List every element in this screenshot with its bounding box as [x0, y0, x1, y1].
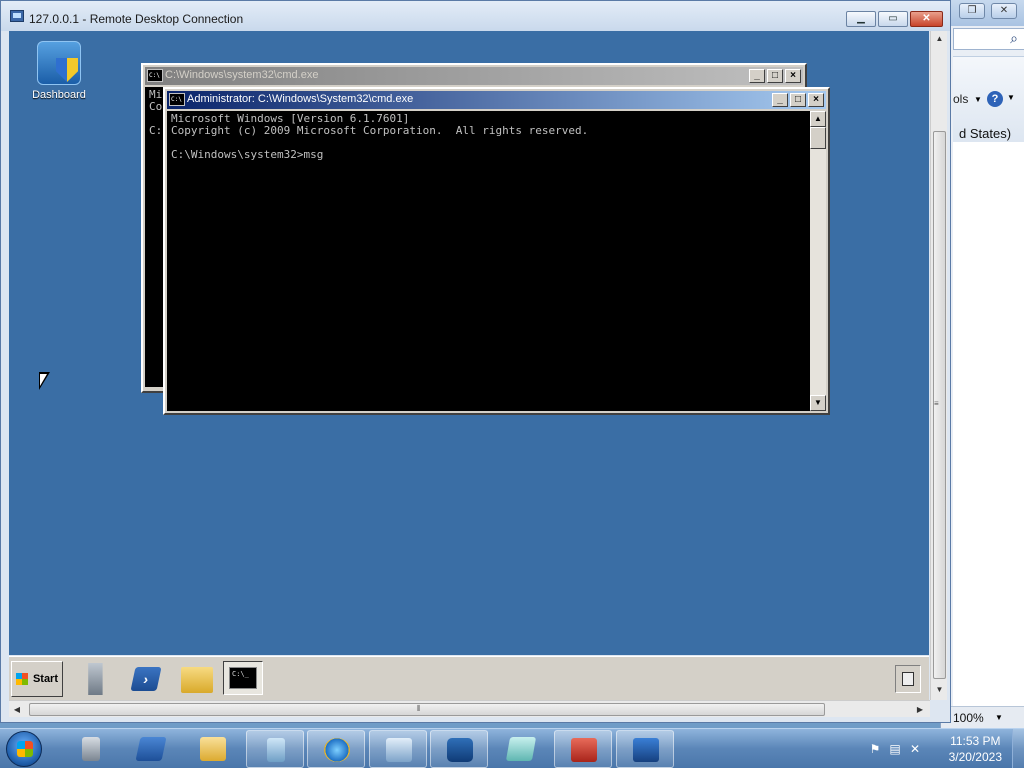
internet-explorer-icon	[324, 738, 350, 762]
chevron-down-icon: ▼	[974, 95, 982, 104]
cmd-icon: C:\	[147, 69, 163, 82]
notepad-icon	[505, 737, 537, 761]
taskbar-control-panel[interactable]	[369, 730, 427, 768]
taskbar-powershell[interactable]	[122, 730, 180, 768]
windows-logo-icon	[17, 741, 33, 757]
cmd-back-titlebar[interactable]: C:\ C:\Windows\system32\cmd.exe _ □ ×	[145, 67, 803, 85]
taskbar-network[interactable]	[430, 730, 488, 768]
shield-icon	[56, 58, 78, 82]
remote-taskbar-cmd-button[interactable]: C:\_	[223, 661, 263, 695]
remote-desktop-window: 127.0.0.1 - Remote Desktop Connection ▁ …	[0, 0, 951, 723]
cmd-console-output[interactable]: Microsoft Windows [Version 6.1.7601] Cop…	[167, 111, 810, 411]
clock[interactable]: 11:53 PM 3/20/2023	[949, 733, 1002, 765]
cmd-front-minimize-button[interactable]: _	[772, 93, 788, 107]
grip-icon: ≡	[934, 399, 939, 408]
scroll-down-icon[interactable]: ▼	[810, 395, 826, 411]
cmd-scroll-thumb[interactable]	[810, 127, 826, 149]
powershell-icon	[135, 737, 167, 761]
ie-close-button[interactable]: ✕	[991, 3, 1017, 19]
folder-icon[interactable]	[181, 667, 213, 693]
scroll-up-icon[interactable]: ▲	[931, 31, 948, 47]
network-icon	[447, 738, 473, 762]
dashboard-shortcut[interactable]: Dashboard	[21, 41, 97, 101]
network-icon[interactable]: ▤	[888, 742, 902, 756]
cmd-front-titlebar[interactable]: C:\ Administrator: C:\Windows\System32\c…	[167, 91, 826, 109]
show-desktop-button[interactable]	[1012, 729, 1024, 768]
cmd-front-maximize-button[interactable]: □	[790, 93, 806, 107]
rdc-maximize-button[interactable]: ▭	[878, 11, 908, 27]
remote-start-label: Start	[32, 673, 58, 685]
ie-status-bar: 100% ▼	[941, 706, 1024, 728]
taskbar-notepad[interactable]	[492, 730, 550, 768]
windows-logo-icon	[16, 673, 28, 685]
ie-restore-button[interactable]: ❐	[959, 3, 985, 19]
help-icon[interactable]: ?	[987, 91, 1003, 107]
control-panel-icon	[386, 738, 412, 762]
cmd-window-active[interactable]: C:\ Administrator: C:\Windows\System32\c…	[163, 87, 830, 415]
cmd-back-maximize-button[interactable]: □	[767, 69, 783, 83]
remote-taskbar: Start › C:\_	[9, 656, 929, 700]
dashboard-label: Dashboard	[32, 89, 86, 101]
grip-icon: ⦀	[417, 704, 421, 713]
ie-zoom-level[interactable]: 100%	[953, 711, 984, 725]
remote-desktop-area[interactable]: Dashboard C:\ C:\Windows\system32\cmd.ex…	[9, 31, 929, 655]
server-manager-icon	[82, 737, 100, 761]
server-manager-icon[interactable]	[88, 663, 103, 695]
taskbar-internet-explorer[interactable]	[307, 730, 365, 768]
remote-start-button[interactable]: Start	[11, 661, 63, 697]
ie-titlebar: ❐ ✕	[941, 0, 1024, 26]
cmd-vertical-scrollbar[interactable]: ▲ ▼	[810, 111, 826, 411]
rdc-minimize-button[interactable]: ▁	[846, 11, 876, 27]
rdc-horizontal-scrollbar[interactable]: ◀ ⦀ ▶	[9, 700, 930, 717]
start-orb-button[interactable]	[6, 731, 42, 767]
taskbar-toolbox[interactable]	[554, 730, 612, 768]
dashboard-icon	[37, 41, 81, 85]
local-taskbar: ⚑ ▤ ✕ 11:53 PM 3/20/2023	[0, 728, 1024, 768]
powershell-icon[interactable]: ›	[130, 667, 162, 691]
flag-icon[interactable]: ⚑	[868, 742, 882, 756]
cmd-back-close-button[interactable]: ×	[785, 69, 801, 83]
cmd-icon: C:\	[169, 93, 185, 106]
volume-muted-icon[interactable]: ✕	[908, 742, 922, 756]
cmd-back-title: C:\Windows\system32\cmd.exe	[165, 69, 319, 81]
scroll-up-icon[interactable]: ▲	[810, 111, 826, 127]
cmd-front-close-button[interactable]: ×	[808, 93, 824, 107]
remote-desktop-icon	[10, 10, 24, 22]
ie-content-area: d States)	[953, 126, 1024, 708]
rdc-horizontal-thumb[interactable]	[29, 703, 825, 716]
rdc-vertical-scrollbar[interactable]: ▲ ≡ ▼	[930, 31, 947, 700]
ie-window-background: ❐ ✕ ⌕ ols ▼ ? ▼ d States) 100% ▼	[940, 0, 1024, 728]
cmd-front-title: Administrator: C:\Windows\System32\cmd.e…	[187, 93, 414, 105]
rdc-title: 127.0.0.1 - Remote Desktop Connection	[29, 12, 244, 26]
clock-date: 3/20/2023	[948, 750, 1002, 764]
scroll-left-icon[interactable]: ◀	[9, 701, 25, 718]
scroll-right-icon[interactable]: ▶	[912, 701, 928, 718]
ie-search-box[interactable]: ⌕	[953, 28, 1024, 50]
ie-tools-menu[interactable]: ols	[953, 92, 968, 106]
chevron-down-icon[interactable]: ▼	[995, 713, 1003, 722]
system-tray: ⚑ ▤ ✕ 11:53 PM 3/20/2023	[856, 729, 1024, 768]
program-icon	[267, 738, 285, 762]
cmd-icon: C:\_	[229, 667, 257, 689]
folder-icon	[200, 737, 226, 761]
taskbar-explorer[interactable]	[184, 730, 242, 768]
taskbar-remote-desktop[interactable]	[616, 730, 674, 768]
rdc-titlebar[interactable]: 127.0.0.1 - Remote Desktop Connection ▁ …	[1, 1, 950, 31]
remote-desktop-icon	[633, 738, 659, 762]
mouse-cursor-icon	[39, 372, 50, 390]
search-icon[interactable]: ⌕	[1010, 30, 1018, 47]
chevron-down-icon[interactable]: ▼	[1007, 93, 1015, 102]
network-icon[interactable]	[902, 672, 914, 686]
rdc-close-button[interactable]: ✕	[910, 11, 943, 27]
cmd-back-minimize-button[interactable]: _	[749, 69, 765, 83]
toolbox-icon	[571, 738, 597, 762]
scroll-down-icon[interactable]: ▼	[931, 682, 948, 698]
taskbar-server-manager[interactable]	[62, 730, 120, 768]
clock-time: 11:53 PM	[950, 734, 1001, 748]
ie-region-text: d States)	[959, 126, 1012, 141]
taskbar-program[interactable]	[246, 730, 304, 768]
remote-tray	[895, 665, 921, 693]
